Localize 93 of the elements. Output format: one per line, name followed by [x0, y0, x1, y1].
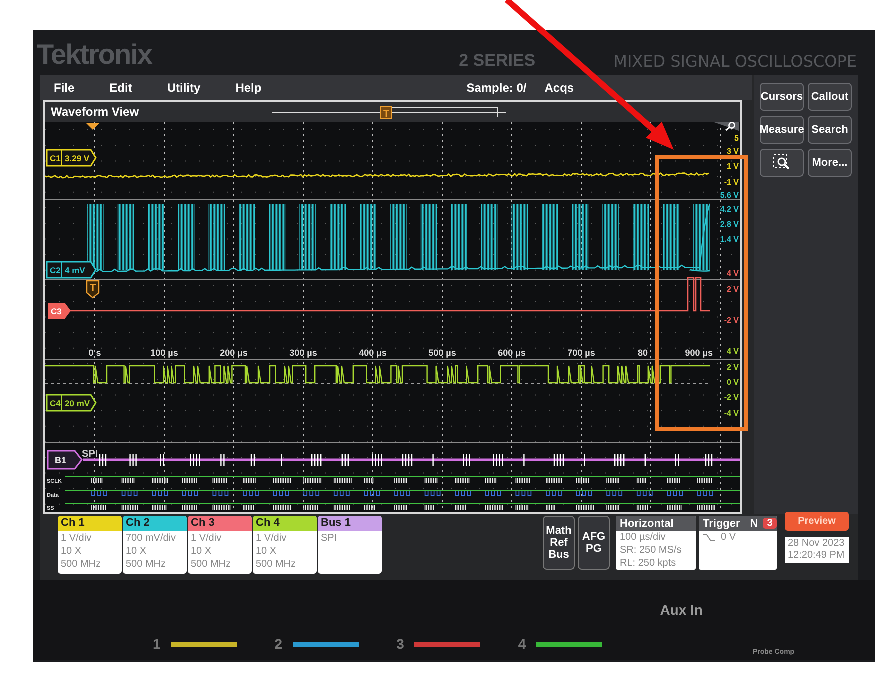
time-label: 900 µs — [685, 348, 713, 358]
scale-label: 3 V — [726, 147, 739, 156]
channel-badge[interactable]: Ch 4 1 V/div 10 X 500 MHz — [253, 516, 317, 574]
scale-label: 1 V — [726, 162, 739, 171]
scale-label: 4 V — [726, 347, 739, 356]
time-label: 300 µs — [290, 348, 318, 358]
scale-label: 2.8 V — [720, 220, 739, 229]
zoom-icon — [773, 154, 791, 172]
side-button[interactable]: Cursors — [760, 83, 804, 111]
scale-label: -2 V — [724, 393, 739, 402]
series-label: 2 SERIES — [459, 51, 536, 71]
time-label: 100 µs — [150, 348, 178, 358]
badge-title: Ch 4 — [253, 516, 317, 531]
trigger-mode: N — [750, 518, 758, 530]
channel-key-label[interactable]: 4 — [518, 636, 526, 652]
badge-setting: 10 X — [190, 545, 213, 558]
channel-label[interactable]: C2 4 mV — [46, 261, 97, 279]
side-button[interactable]: More... — [808, 149, 852, 177]
add-button[interactable]: AFG PG — [578, 516, 610, 570]
scale-label: 2 V — [726, 363, 739, 372]
badge-setting: 1 V/div — [255, 532, 288, 545]
timeline-overview[interactable] — [272, 108, 506, 118]
scale-label: -1 V — [724, 178, 739, 187]
channel-badge[interactable]: Ch 2 700 mV/div 10 X 500 MHz — [123, 516, 187, 574]
badge-setting: 700 mV/div — [125, 532, 178, 545]
scale-label: -2 V — [724, 316, 739, 325]
badge-setting: 10 X — [125, 545, 148, 558]
menu-item[interactable]: Utility — [167, 80, 201, 94]
badge-setting: 500 MHz — [255, 558, 298, 571]
horizontal-setting: 100 µs/div — [619, 531, 667, 544]
side-button[interactable]: Search — [808, 116, 852, 144]
menu-item[interactable]: File — [54, 80, 75, 94]
menu-item[interactable]: Edit — [110, 80, 132, 94]
side-button[interactable]: Callout — [808, 83, 852, 111]
scale-label: 4.2 V — [720, 205, 739, 214]
scale-label: 5.6 V — [720, 191, 739, 200]
menu-item[interactable]: Help — [236, 80, 262, 94]
date-time: 28 Nov 2023 12:20:49 PM — [785, 537, 849, 563]
aux-in-label: Aux In — [660, 602, 703, 618]
view-title: Waveform View — [50, 105, 140, 119]
scale-label: 2 V — [726, 285, 739, 294]
badge-title: Ch 1 — [58, 516, 122, 531]
time-label: 500 µs — [428, 348, 456, 358]
channel-key-label[interactable]: 2 — [274, 636, 283, 652]
badge-setting: 1 V/div — [190, 532, 223, 545]
channel-label[interactable]: B1 — [47, 450, 83, 470]
trigger-count-badge: 3 — [763, 518, 777, 529]
trigger-panel[interactable]: Trigger N 3 0 V — [699, 516, 777, 570]
scale-label: -4 V — [724, 409, 739, 418]
horizontal-panel[interactable]: Horizontal 100 µs/div SR: 250 MS/s RL: 250 kpts — [616, 516, 696, 570]
badge-setting: 500 MHz — [60, 558, 102, 571]
zoom-tool-button[interactable] — [760, 149, 804, 177]
time-label: 600 µs — [498, 348, 526, 358]
channel-key-label[interactable]: 3 — [396, 636, 404, 652]
badge-setting: 10 X — [60, 545, 83, 558]
add-button[interactable]: Math Ref Bus — [543, 516, 575, 570]
horizontal-setting: SR: 250 MS/s — [619, 544, 683, 557]
channel-badge[interactable]: Ch 3 1 V/div 10 X 500 MHz — [188, 516, 252, 574]
badge-title: Bus 1 — [318, 516, 382, 531]
panel-title: Trigger — [703, 518, 740, 530]
badge-title: Ch 3 — [188, 516, 252, 531]
badge-setting: 500 MHz — [190, 558, 232, 571]
bus-type-label: SPI — [82, 449, 98, 460]
badge-setting: 1 V/div — [60, 532, 93, 545]
badge-setting: 500 MHz — [125, 558, 168, 571]
channel-badge[interactable]: Bus 1 SPI — [318, 516, 382, 574]
model-label: MIXED SIGNAL OSCILLOSCOPE — [614, 52, 857, 71]
badge-title: Ch 2 — [123, 516, 187, 531]
scale-label: 0 V — [726, 378, 739, 387]
zoom-icon[interactable] — [713, 122, 739, 132]
scale-label: 1.4 V — [720, 235, 739, 244]
channel-label[interactable]: C4 20 mV — [46, 394, 97, 412]
scale-label: 5 — [734, 134, 739, 143]
badge-setting: 10 X — [255, 545, 278, 558]
acquisition-status: Sample: 0/ — [466, 80, 527, 94]
time-label: 0 s — [88, 348, 102, 358]
badge-setting: SPI — [320, 532, 338, 545]
falling-edge-icon — [703, 534, 715, 542]
side-button[interactable]: Measure — [760, 116, 804, 144]
scale-label: 4 V — [726, 269, 739, 278]
panel-title: Horizontal — [616, 516, 696, 531]
time-label: 700 µs — [568, 348, 596, 358]
channel-label[interactable]: C1 3.29 V — [46, 149, 97, 167]
channel-key-label[interactable]: 1 — [153, 636, 161, 652]
time-label: 400 µs — [359, 348, 387, 358]
trigger-level: 0 V — [721, 531, 736, 544]
trigger-marker[interactable]: T — [86, 280, 100, 299]
time-label: 200 µs — [220, 348, 248, 358]
channel-badge[interactable]: Ch 1 1 V/div 10 X 500 MHz — [58, 516, 122, 574]
time-label: 80 — [638, 348, 648, 358]
horizontal-setting: RL: 250 kpts — [619, 557, 678, 570]
acquisition-status: Acqs — [544, 80, 574, 94]
brand-logo: Tektronix — [37, 39, 152, 71]
